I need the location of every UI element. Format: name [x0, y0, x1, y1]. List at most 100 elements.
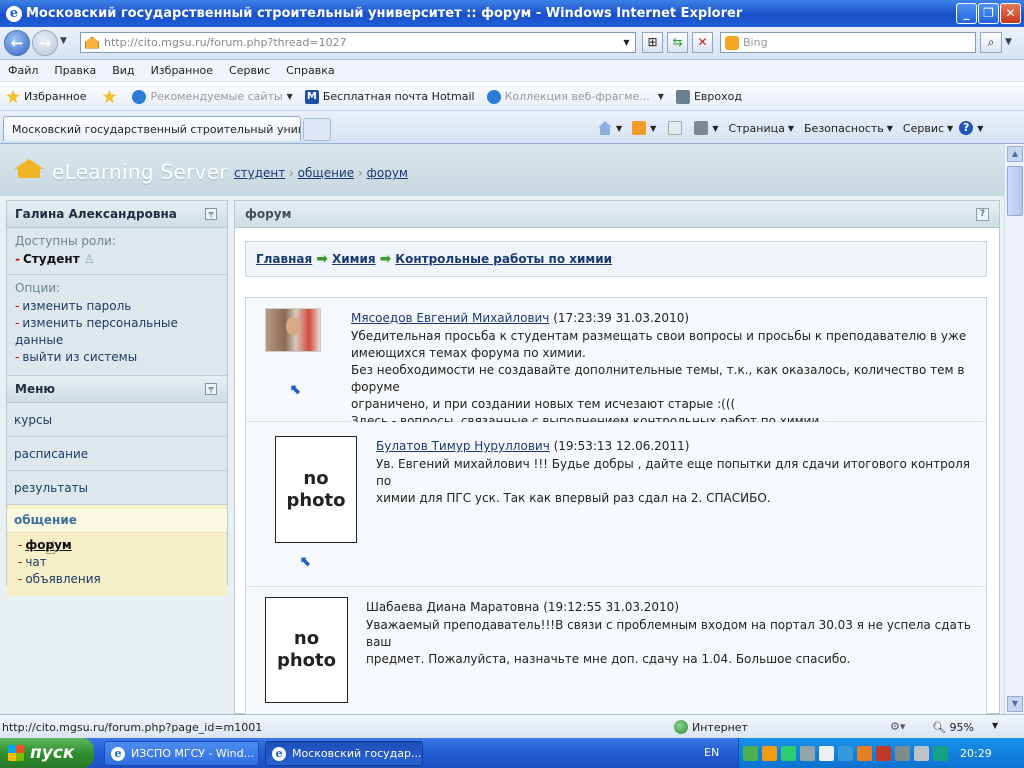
- fav-hotmail[interactable]: M Бесплатная почта Hotmail: [299, 89, 481, 104]
- fav-suggested-sites[interactable]: Рекомендуемые сайты ▼: [126, 89, 298, 104]
- option-label: изменить персональные данные: [15, 316, 178, 347]
- breadcrumb-forum[interactable]: форум: [367, 166, 408, 180]
- arrow-up-icon[interactable]: ⬉: [300, 555, 316, 569]
- chevron-down-icon[interactable]: ▼: [616, 124, 622, 133]
- back-button[interactable]: ←: [4, 30, 30, 56]
- feeds-icon[interactable]: [632, 121, 647, 135]
- add-favorite-button[interactable]: [92, 89, 126, 104]
- tray-icon[interactable]: [819, 745, 834, 761]
- volume-icon[interactable]: [876, 745, 891, 761]
- arrow-right-icon: ➡: [379, 251, 392, 267]
- chevron-down-icon[interactable]: ▼: [887, 124, 893, 133]
- nav-schedule[interactable]: расписание: [7, 437, 227, 471]
- network-icon[interactable]: [895, 745, 910, 761]
- tray-icon[interactable]: [914, 745, 929, 761]
- nav-results[interactable]: результаты: [7, 471, 227, 505]
- vertical-scrollbar[interactable]: ▲ ▼: [1004, 144, 1024, 714]
- options-title: Опции:: [15, 281, 61, 295]
- home-icon[interactable]: [598, 121, 612, 135]
- ie-icon: e: [111, 746, 125, 761]
- menu-view[interactable]: Вид: [104, 64, 142, 77]
- option-change-password[interactable]: - изменить пароль: [15, 298, 219, 315]
- chevron-down-icon[interactable]: ▼: [992, 721, 998, 730]
- search-input[interactable]: Bing: [720, 32, 976, 53]
- tray-icon[interactable]: [933, 745, 948, 761]
- breadcrumb-student[interactable]: студент: [234, 166, 285, 180]
- search-options-icon[interactable]: ▼: [1005, 37, 1012, 47]
- nav-forum[interactable]: - форум: [7, 537, 227, 554]
- help-icon[interactable]: ?: [959, 121, 974, 135]
- maximize-button[interactable]: ❐: [978, 3, 999, 24]
- fav-evrohod[interactable]: Евроход: [670, 89, 748, 104]
- post-line: Убедительная просьба к студентам размеща…: [351, 329, 967, 343]
- chevron-down-icon[interactable]: ▼: [788, 124, 794, 133]
- minimize-button[interactable]: _: [956, 3, 977, 24]
- role-student[interactable]: - Студент ♙: [15, 251, 219, 268]
- tools-menu[interactable]: Сервис: [903, 122, 944, 135]
- mail-icon[interactable]: [668, 121, 683, 135]
- tab-active[interactable]: Московский государственный строительный …: [3, 116, 301, 141]
- print-icon[interactable]: [694, 121, 709, 135]
- chevron-down-icon[interactable]: ▼: [947, 124, 953, 133]
- zoom-control[interactable]: 🔍︎ 95%: [932, 721, 974, 734]
- compat-view-icon[interactable]: ⊞: [642, 32, 663, 53]
- nav-courses[interactable]: курсы: [7, 403, 227, 437]
- post-author[interactable]: Мясоедов Евгений Михайлович: [351, 311, 549, 325]
- close-button[interactable]: ✕: [1000, 3, 1021, 24]
- bing-icon: [725, 35, 739, 50]
- scroll-thumb[interactable]: [1007, 166, 1023, 216]
- scroll-up-icon[interactable]: ▲: [1007, 146, 1023, 162]
- address-dropdown-icon[interactable]: ▼: [619, 33, 634, 52]
- page-menu[interactable]: Страница: [728, 122, 784, 135]
- clock[interactable]: 20:29: [960, 747, 992, 760]
- pin-icon[interactable]: ╤: [205, 383, 217, 395]
- tray-icon[interactable]: [743, 745, 758, 761]
- nav-announcements[interactable]: - объявления: [7, 571, 227, 588]
- stop-button[interactable]: ✕: [692, 32, 713, 53]
- language-indicator[interactable]: EN: [704, 746, 719, 759]
- post-body: Убедительная просьба к студентам размеща…: [351, 328, 981, 430]
- breadcrumb-communication[interactable]: общение: [298, 166, 354, 180]
- taskbar-item-active[interactable]: e Московский государ...: [265, 741, 423, 766]
- post-timestamp: (19:53:13 12.06.2011): [553, 439, 690, 453]
- chevron-down-icon[interactable]: ▼: [712, 124, 718, 133]
- history-dropdown-icon[interactable]: ▼: [60, 36, 67, 46]
- post-author[interactable]: Булатов Тимур Нуруллович: [376, 439, 550, 453]
- menu-favorites[interactable]: Избранное: [143, 64, 221, 77]
- tray-icon[interactable]: [781, 745, 796, 761]
- path-tests[interactable]: Контрольные работы по химии: [395, 252, 612, 266]
- start-button[interactable]: пуск: [0, 738, 94, 768]
- option-logout[interactable]: - выйти из системы: [15, 349, 219, 366]
- tray-icon[interactable]: [762, 745, 777, 761]
- menu-file[interactable]: Файл: [0, 64, 46, 77]
- new-tab-button[interactable]: [303, 118, 331, 141]
- address-input[interactable]: http://cito.mgsu.ru/forum.php?thread=102…: [80, 32, 636, 53]
- option-change-personal-data[interactable]: - изменить персональные данные: [15, 315, 219, 349]
- protected-mode-icon[interactable]: ⚙▾: [890, 720, 905, 733]
- taskbar-item[interactable]: e ИЗСПО МГСУ - Wind...: [104, 741, 259, 766]
- tray-icon[interactable]: [857, 745, 872, 761]
- safety-menu[interactable]: Безопасность: [804, 122, 884, 135]
- pin-icon[interactable]: ╤: [205, 208, 217, 220]
- favorites-button[interactable]: Избранное: [0, 89, 92, 104]
- tray-icon[interactable]: [800, 745, 815, 761]
- fav-webslices[interactable]: Коллекция веб-фрагме... ▼: [481, 89, 670, 104]
- nav-communication[interactable]: общение: [7, 509, 227, 533]
- menu-tools[interactable]: Сервис: [221, 64, 278, 77]
- forward-button[interactable]: →: [32, 30, 58, 56]
- help-icon[interactable]: ?: [976, 208, 989, 221]
- tray-icon[interactable]: [838, 745, 853, 761]
- refresh-button[interactable]: ⇆: [667, 32, 688, 53]
- arrow-up-icon[interactable]: ⬉: [290, 383, 306, 397]
- menu-help[interactable]: Справка: [278, 64, 342, 77]
- chevron-down-icon[interactable]: ▼: [977, 124, 983, 133]
- menu-edit[interactable]: Правка: [46, 64, 104, 77]
- chevron-down-icon[interactable]: ▼: [650, 124, 656, 133]
- search-button[interactable]: ⌕: [980, 32, 1002, 53]
- favorites-label: Избранное: [24, 90, 87, 103]
- favorites-bar: Избранное Рекомендуемые сайты ▼ M Беспла…: [0, 83, 1024, 111]
- scroll-down-icon[interactable]: ▼: [1007, 696, 1023, 712]
- nav-chat[interactable]: - чат: [7, 554, 227, 571]
- path-home[interactable]: Главная: [256, 252, 312, 266]
- path-chemistry[interactable]: Химия: [332, 252, 376, 266]
